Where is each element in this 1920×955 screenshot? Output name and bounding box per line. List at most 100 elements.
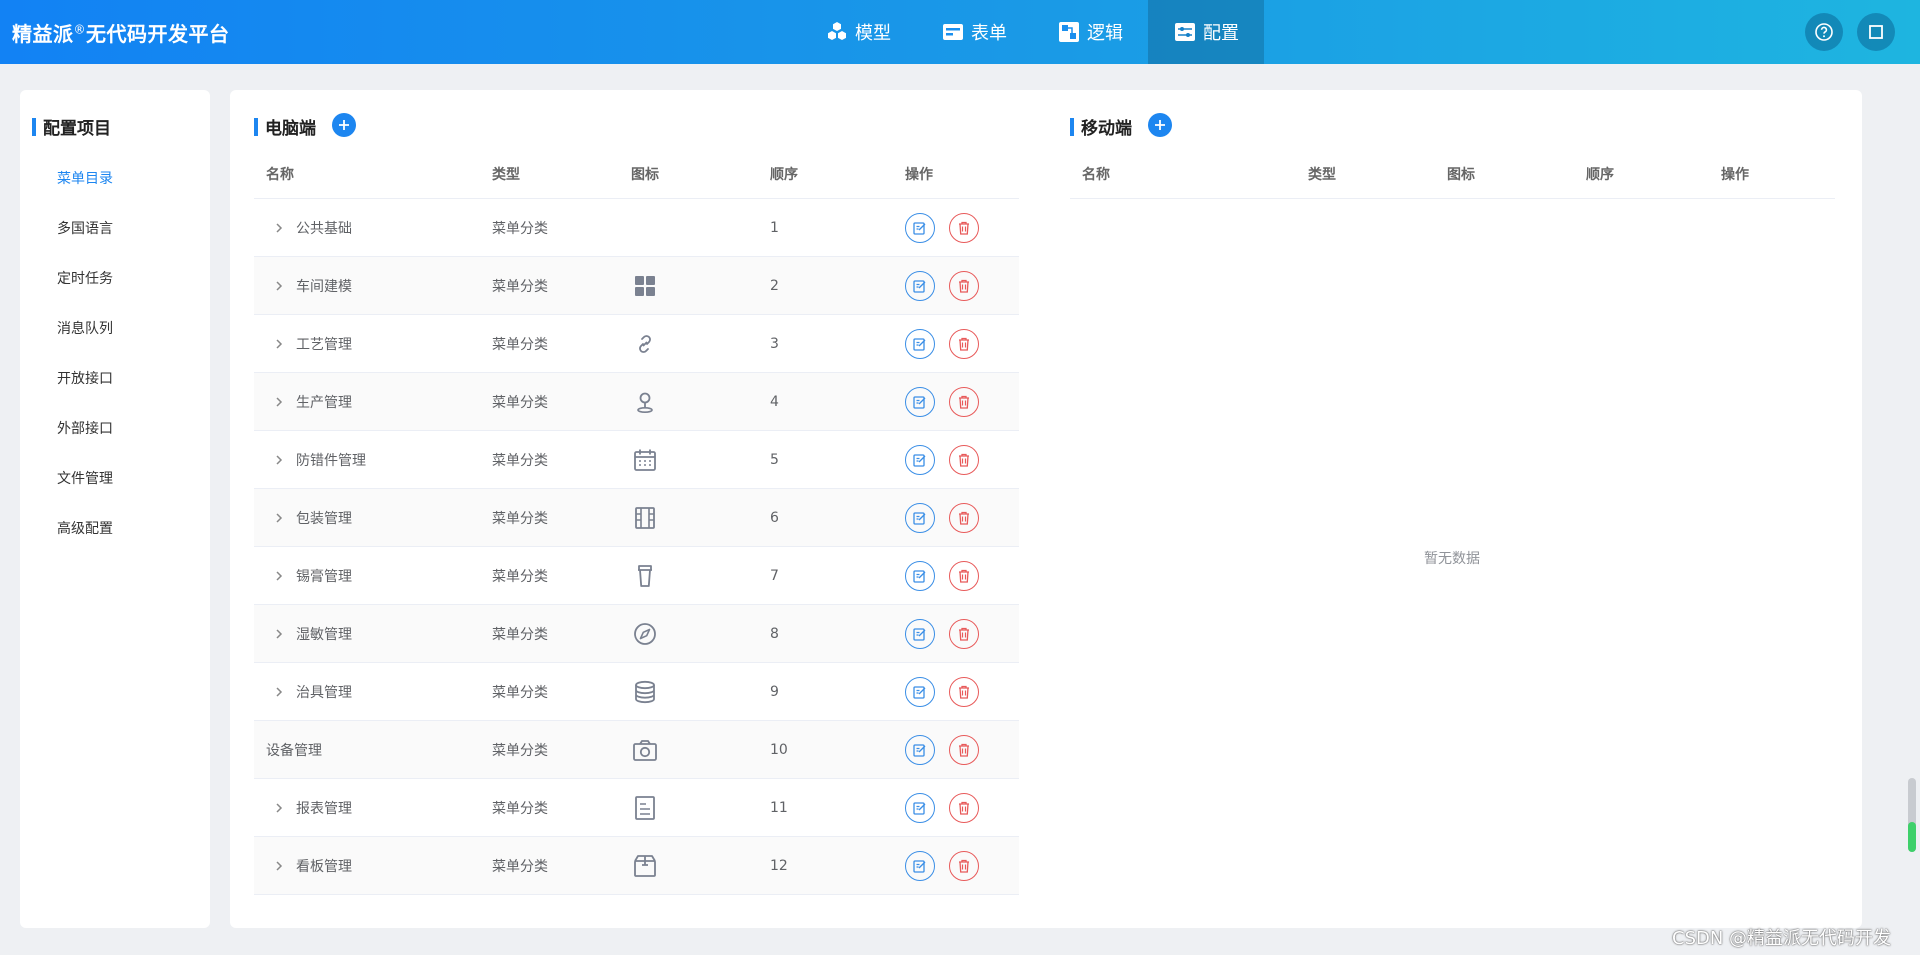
pc-section-title: 电脑端 <box>254 114 316 139</box>
col-header-icon: 图标 <box>1447 166 1475 183</box>
trash-icon <box>959 859 969 873</box>
sidebar-item-file-management[interactable]: 文件管理 <box>20 454 210 504</box>
edit-button[interactable] <box>905 734 935 765</box>
edit-icon <box>913 453 926 467</box>
edit-button[interactable] <box>905 386 935 417</box>
table-row[interactable]: 湿敏管理 菜单分类 8 <box>254 605 1019 663</box>
menu-type: 菜单分类 <box>492 220 548 237</box>
chevron-right-icon[interactable] <box>272 569 286 583</box>
table-row[interactable]: 包装管理 菜单分类 6 <box>254 489 1019 547</box>
cell-icon <box>619 562 758 590</box>
sidebar-item-external-api[interactable]: 外部接口 <box>20 404 210 454</box>
mobile-title-text: 移动端 <box>1081 119 1132 139</box>
col-header-actions: 操作 <box>1721 166 1749 183</box>
edit-button[interactable] <box>905 560 935 591</box>
chevron-right-icon[interactable] <box>272 627 286 641</box>
menu-name: 报表管理 <box>296 800 352 817</box>
page-scrollbar[interactable] <box>1908 778 1916 852</box>
pc-menu-table: 名称 类型 图标 顺序 操作 公共基础 菜单分类 1 车间建模 菜单分类 2 工… <box>254 149 1019 895</box>
menu-type: 菜单分类 <box>492 510 548 527</box>
delete-button[interactable] <box>949 386 979 417</box>
delete-button[interactable] <box>949 734 979 765</box>
cell-actions <box>897 560 1019 591</box>
table-header: 名称 类型 图标 顺序 操作 <box>254 149 1019 199</box>
chevron-right-icon[interactable] <box>272 221 286 235</box>
delete-button[interactable] <box>949 618 979 649</box>
delete-button[interactable] <box>949 270 979 301</box>
edit-button[interactable] <box>905 502 935 533</box>
chevron-right-icon[interactable] <box>272 859 286 873</box>
edit-button[interactable] <box>905 676 935 707</box>
delete-button[interactable] <box>949 502 979 533</box>
chevron-right-icon[interactable] <box>272 337 286 351</box>
logic-icon <box>1059 22 1079 42</box>
sidebar-item-menu-directory[interactable]: 菜单目录 <box>20 154 210 204</box>
chevron-right-icon[interactable] <box>272 395 286 409</box>
nav-model[interactable]: 模型 <box>800 0 916 64</box>
camera-icon <box>633 739 657 761</box>
delete-button[interactable] <box>949 444 979 475</box>
chevron-right-icon[interactable] <box>272 279 286 293</box>
registered-mark: ® <box>73 22 86 37</box>
nav-logic[interactable]: 逻辑 <box>1032 0 1148 64</box>
chevron-right-icon[interactable] <box>272 511 286 525</box>
col-header-name: 名称 <box>266 166 294 183</box>
menu-name: 公共基础 <box>296 220 352 237</box>
cell-icon <box>619 388 758 416</box>
edit-button[interactable] <box>905 328 935 359</box>
add-mobile-menu-button[interactable] <box>1148 113 1172 137</box>
pc-title-text: 电脑端 <box>265 119 316 139</box>
table-row[interactable]: 防错件管理 菜单分类 5 <box>254 431 1019 489</box>
edit-button[interactable] <box>905 618 935 649</box>
sidebar-item-open-api[interactable]: 开放接口 <box>20 354 210 404</box>
film-icon <box>635 506 655 529</box>
sidebar-title-text: 配置项目 <box>43 119 111 139</box>
document-icon <box>635 795 655 820</box>
delete-button[interactable] <box>949 328 979 359</box>
sidebar-item-message-queue[interactable]: 消息队列 <box>20 304 210 354</box>
delete-button[interactable] <box>949 792 979 823</box>
cell-name: 设备管理 <box>254 740 480 760</box>
menu-name: 包装管理 <box>296 510 352 527</box>
cell-order: 8 <box>758 626 897 642</box>
cell-order: 10 <box>758 742 897 758</box>
sidebar-item-languages[interactable]: 多国语言 <box>20 204 210 254</box>
menu-name: 生产管理 <box>296 394 352 411</box>
edit-button[interactable] <box>905 212 935 243</box>
delete-button[interactable] <box>949 850 979 881</box>
table-row[interactable]: 工艺管理 菜单分类 3 <box>254 315 1019 373</box>
edit-button[interactable] <box>905 444 935 475</box>
col-header-type: 类型 <box>1308 166 1336 183</box>
help-button[interactable] <box>1805 13 1843 51</box>
sidebar-item-advanced-config[interactable]: 高级配置 <box>20 504 210 554</box>
table-row[interactable]: 锡膏管理 菜单分类 7 <box>254 547 1019 605</box>
add-pc-menu-button[interactable] <box>332 113 356 137</box>
nav-config[interactable]: 配置 <box>1148 0 1264 64</box>
chevron-right-icon[interactable] <box>272 453 286 467</box>
chevron-right-icon[interactable] <box>272 685 286 699</box>
cell-actions <box>897 212 1019 243</box>
nav-form[interactable]: 表单 <box>916 0 1032 64</box>
menu-type: 菜单分类 <box>492 626 548 643</box>
menu-name: 工艺管理 <box>296 336 352 353</box>
sidebar-item-scheduled-tasks[interactable]: 定时任务 <box>20 254 210 304</box>
table-row[interactable]: 治具管理 菜单分类 9 <box>254 663 1019 721</box>
table-row[interactable]: 车间建模 菜单分类 2 <box>254 257 1019 315</box>
table-row[interactable]: 设备管理 菜单分类 10 <box>254 721 1019 779</box>
cell-actions <box>897 502 1019 533</box>
edit-button[interactable] <box>905 850 935 881</box>
chevron-right-icon[interactable] <box>272 801 286 815</box>
edit-button[interactable] <box>905 792 935 823</box>
delete-button[interactable] <box>949 212 979 243</box>
delete-button[interactable] <box>949 676 979 707</box>
delete-button[interactable] <box>949 560 979 591</box>
cell-name: 公共基础 <box>254 218 480 238</box>
table-row[interactable]: 报表管理 菜单分类 11 <box>254 779 1019 837</box>
fullscreen-button[interactable] <box>1857 13 1895 51</box>
cell-icon <box>619 446 758 474</box>
edit-button[interactable] <box>905 270 935 301</box>
table-row[interactable]: 看板管理 菜单分类 12 <box>254 837 1019 895</box>
table-row[interactable]: 公共基础 菜单分类 1 <box>254 199 1019 257</box>
nav-model-label: 模型 <box>855 23 891 44</box>
table-row[interactable]: 生产管理 菜单分类 4 <box>254 373 1019 431</box>
